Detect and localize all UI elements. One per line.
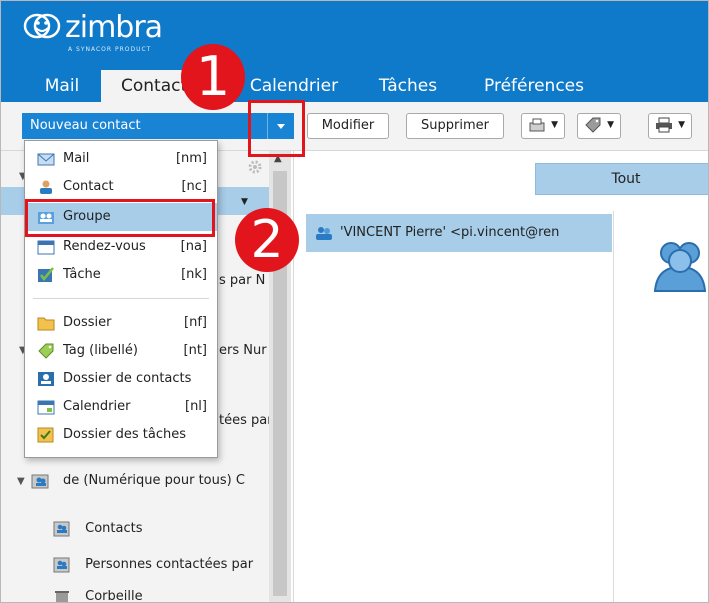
sidebar-partial-label: ers Nur: [219, 343, 267, 358]
annotation-highlight-group: [25, 199, 215, 237]
menu-item-contacts-folder[interactable]: Dossier de contacts: [25, 365, 217, 393]
move-folder-icon: [529, 118, 545, 132]
annotation-step-1: 1: [181, 44, 245, 110]
pane-divider: [613, 211, 614, 602]
menu-item-appointment[interactable]: Rendez-vous [na]: [25, 233, 217, 261]
address-book-icon: [53, 521, 70, 536]
menu-separator: [33, 298, 209, 299]
brand-name: zimbra: [65, 10, 163, 45]
group-contact-icon: [316, 227, 332, 240]
menu-item-label: Tâche: [63, 267, 101, 282]
annotation-highlight-dropdown: [248, 100, 305, 157]
menu-item-label: Dossier: [63, 315, 112, 330]
tab-label: Mail: [44, 76, 80, 96]
menu-item-shortcut: [nf]: [184, 315, 207, 330]
menu-item-shortcut: [nc]: [181, 179, 207, 194]
menu-item-shortcut: [nm]: [175, 151, 207, 166]
sidebar-item-label: Contacts: [85, 521, 143, 536]
chevron-down-icon: ▼: [551, 120, 558, 130]
filter-all-label: Tout: [611, 171, 641, 187]
shared-address-book-icon: [31, 474, 49, 488]
printer-icon: [656, 117, 672, 133]
menu-item-calendar[interactable]: Calendrier [nl]: [25, 393, 217, 421]
menu-item-label: Contact: [63, 179, 114, 194]
sidebar-item-trash[interactable]: Corbeille: [53, 583, 143, 603]
sidebar-partial-label: tées par: [219, 413, 273, 428]
chevron-down-icon: ▼: [607, 120, 614, 130]
app-window: zimbra A SYNACOR PRODUCT Mail Contacts C…: [0, 0, 709, 603]
menu-item-mail[interactable]: Mail [nm]: [25, 145, 217, 173]
menu-item-label: Dossier des tâches: [63, 427, 186, 442]
sidebar-item-emailed-contacts[interactable]: Personnes contactées par: [53, 551, 253, 579]
tab-preferences[interactable]: Préférences: [469, 70, 599, 102]
chevron-down-icon: ▼: [678, 120, 685, 130]
menu-item-shortcut: [nk]: [181, 267, 207, 282]
calendar-icon: [37, 400, 55, 415]
shared-group-label: de (Numérique pour tous) C: [62, 473, 245, 488]
menu-item-label: Dossier de contacts: [63, 371, 192, 386]
delete-button[interactable]: Supprimer: [406, 113, 504, 139]
trash-icon: [55, 590, 69, 602]
zimbra-logo[interactable]: zimbra A SYNACOR PRODUCT: [23, 10, 183, 58]
sidebar-item-label: Personnes contactées par: [85, 557, 254, 572]
edit-button[interactable]: Modifier: [307, 113, 389, 139]
task-icon: [38, 267, 54, 282]
appointment-icon: [37, 240, 55, 255]
zimbra-logo-icon: [23, 13, 61, 39]
tag-icon: [585, 117, 601, 133]
sidebar-item-label: Corbeille: [85, 589, 143, 603]
menu-item-shortcut: [nl]: [185, 399, 207, 414]
sidebar-item-contacts[interactable]: Contacts: [53, 515, 143, 543]
menu-item-contact[interactable]: Contact [nc]: [25, 173, 217, 201]
mail-icon: [37, 153, 55, 166]
contact-group-avatar-icon: [653, 242, 707, 292]
app-header: zimbra A SYNACOR PRODUCT Mail Contacts C…: [1, 1, 708, 102]
print-button[interactable]: ▼: [648, 113, 692, 139]
annotation-step-2: 2: [235, 208, 299, 272]
folder-icon: [37, 317, 55, 331]
gear-icon[interactable]: [247, 159, 263, 175]
contact-row-label: 'VINCENT Pierre' <pi.vincent@ren: [340, 225, 560, 240]
chevron-down-icon[interactable]: ▼: [241, 197, 248, 207]
delete-label: Supprimer: [421, 118, 489, 133]
menu-item-label: Tag (libellé): [63, 343, 138, 358]
new-item-menu: Mail [nm] Contact [nc] Groupe Rendez-vou…: [24, 140, 218, 458]
menu-item-shortcut: [nt]: [183, 343, 207, 358]
tab-calendrier[interactable]: Calendrier: [239, 70, 349, 102]
menu-item-label: Mail: [63, 151, 90, 166]
menu-item-label: Calendrier: [63, 399, 131, 414]
expand-arrow-icon: ▼: [17, 476, 25, 487]
menu-item-folder[interactable]: Dossier [nf]: [25, 309, 217, 337]
menu-item-label: Rendez-vous: [63, 239, 146, 254]
tag-button[interactable]: ▼: [577, 113, 621, 139]
tab-label: Préférences: [484, 76, 584, 96]
new-contact-label: Nouveau contact: [30, 118, 141, 133]
contacts-folder-icon: [38, 372, 54, 386]
address-book-icon: [53, 557, 70, 572]
contact-row-selected[interactable]: 'VINCENT Pierre' <pi.vincent@ren: [306, 214, 612, 252]
tasks-folder-icon: [37, 427, 54, 443]
menu-item-tag[interactable]: Tag (libellé) [nt]: [25, 337, 217, 365]
brand-tagline: A SYNACOR PRODUCT: [68, 46, 152, 53]
filter-all-button[interactable]: Tout: [535, 163, 708, 195]
tab-taches[interactable]: Tâches: [363, 70, 453, 102]
tab-label: Tâches: [378, 76, 438, 96]
sidebar-shared-group[interactable]: ▼ de (Numérique pour tous) C: [17, 467, 245, 495]
tab-label: Calendrier: [249, 76, 339, 96]
menu-item-tasks-folder[interactable]: Dossier des tâches: [25, 421, 217, 449]
contact-icon: [40, 180, 52, 194]
tag-icon: [38, 343, 54, 359]
tab-mail[interactable]: Mail: [27, 70, 97, 102]
sidebar-partial-label: s par N: [219, 273, 266, 288]
menu-item-shortcut: [na]: [180, 239, 207, 254]
menu-item-task[interactable]: Tâche [nk]: [25, 261, 217, 289]
move-button[interactable]: ▼: [521, 113, 565, 139]
edit-label: Modifier: [321, 118, 375, 133]
